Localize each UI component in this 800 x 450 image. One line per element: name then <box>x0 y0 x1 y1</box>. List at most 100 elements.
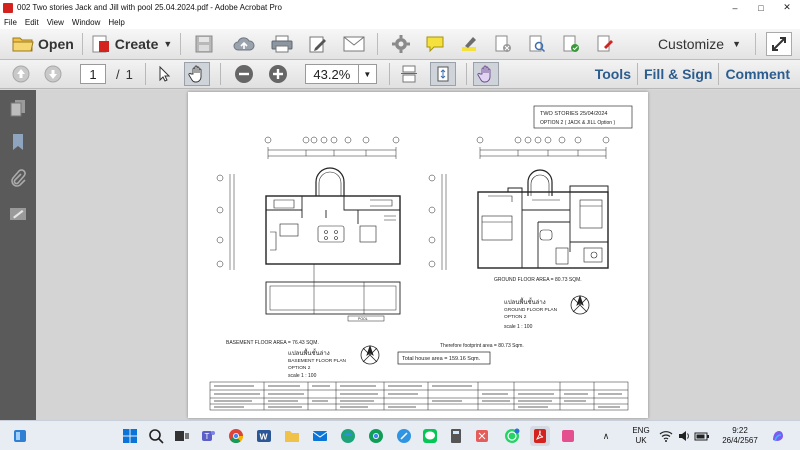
settings-button[interactable] <box>388 32 414 56</box>
navigation-toolbar: 1 / 1 43.2% ▼ Tools Fill & Sign Comment <box>0 60 800 89</box>
bookmarks-button[interactable] <box>8 132 28 152</box>
app-shortcut-blue[interactable] <box>394 426 414 446</box>
comment-button[interactable] <box>422 32 448 56</box>
system-clock[interactable]: 9:22 26/4/2567 <box>716 426 764 446</box>
zoom-dropdown-button[interactable]: ▼ <box>358 64 377 84</box>
chrome-app[interactable] <box>226 426 246 446</box>
battery-status[interactable] <box>692 426 712 446</box>
save-button[interactable] <box>191 32 217 56</box>
show-hidden-icons-button[interactable]: ∧ <box>596 426 616 446</box>
zoom-in-button[interactable] <box>265 62 291 86</box>
sign-button[interactable] <box>592 32 618 56</box>
maximize-button[interactable]: □ <box>748 0 774 15</box>
create-label: Create <box>114 36 159 52</box>
language-region: UK <box>635 436 647 445</box>
notifications-button[interactable] <box>768 426 788 446</box>
customize-label: Customize <box>657 36 725 52</box>
arrow-down-circle-icon <box>44 65 62 83</box>
mail-icon <box>312 431 328 441</box>
ground-option: OPTION 2 <box>504 314 527 320</box>
redact-button[interactable] <box>490 32 516 56</box>
attachments-button[interactable] <box>8 168 28 188</box>
hand-tool-button[interactable] <box>183 62 210 86</box>
cloud-upload-icon <box>233 37 255 51</box>
print-button[interactable] <box>269 32 295 56</box>
task-view-button[interactable] <box>172 426 192 446</box>
highlighter-icon <box>462 37 477 51</box>
tools-pane-link[interactable]: Tools <box>589 66 637 82</box>
wifi-status[interactable] <box>656 426 676 446</box>
fill-sign-pane-link[interactable]: Fill & Sign <box>638 66 718 82</box>
line-app[interactable] <box>420 426 440 446</box>
mail-app[interactable] <box>310 426 330 446</box>
pages-icon <box>10 100 25 117</box>
open-label: Open <box>38 36 74 52</box>
file-explorer-app[interactable] <box>282 426 302 446</box>
document-view[interactable]: TWO STORIES 25/04/2024 OPTION 2 ( JACK &… <box>36 90 800 420</box>
teams-app[interactable]: T <box>198 426 218 446</box>
highlight-button[interactable] <box>456 32 482 56</box>
search-document-button[interactable] <box>524 32 550 56</box>
toolbar-separator <box>388 63 390 85</box>
comment-pane-link[interactable]: Comment <box>719 66 796 82</box>
toolbar-separator <box>81 33 83 55</box>
widgets-button[interactable] <box>10 426 30 446</box>
chrome-profile-app[interactable] <box>366 426 386 446</box>
word-app[interactable]: W <box>254 426 274 446</box>
approve-button[interactable] <box>558 32 584 56</box>
edge-app[interactable] <box>338 426 358 446</box>
page-thumbnails-button[interactable] <box>8 98 28 118</box>
full-screen-button[interactable] <box>766 32 792 56</box>
total-house-area: Total house area = 159.16 Sqm. <box>402 356 481 362</box>
speech-bubble-icon <box>426 36 444 53</box>
line-chat-icon <box>423 429 437 443</box>
speaker-icon <box>679 431 689 441</box>
page-number-input[interactable]: 1 <box>80 64 106 84</box>
zoom-out-button[interactable] <box>231 62 257 86</box>
input-language-indicator[interactable]: ENG UK <box>628 426 654 446</box>
menu-file[interactable]: File <box>4 18 17 27</box>
north-arrow-left <box>360 344 380 365</box>
whatsapp-app[interactable] <box>502 426 522 446</box>
start-button[interactable] <box>120 426 140 446</box>
scroll-pages-icon <box>400 65 417 83</box>
folder-icon <box>12 37 34 52</box>
hand-icon <box>188 65 202 83</box>
signatures-button[interactable] <box>8 204 28 224</box>
document-check-icon <box>563 35 580 52</box>
fit-page-button[interactable] <box>429 62 456 86</box>
acrobat-app[interactable] <box>530 426 550 446</box>
document-x-icon <box>495 35 512 52</box>
app-icon <box>562 430 574 442</box>
upload-cloud-button[interactable] <box>231 32 257 56</box>
copilot-icon <box>773 431 783 442</box>
minimize-button[interactable]: – <box>722 0 748 15</box>
taskbar-search-button[interactable] <box>146 426 166 446</box>
scrolling-mode-button[interactable] <box>396 62 422 86</box>
chevron-down-icon: ▼ <box>163 39 173 49</box>
paperclip-icon <box>11 169 26 187</box>
email-button[interactable] <box>341 32 367 56</box>
edge-icon <box>341 429 355 443</box>
open-button[interactable]: Open <box>8 32 78 56</box>
bookmark-icon <box>13 134 23 150</box>
expand-icon <box>772 37 786 51</box>
edit-button[interactable] <box>305 32 331 56</box>
next-page-button[interactable] <box>40 62 66 86</box>
menu-window[interactable]: Window <box>72 18 100 27</box>
menu-edit[interactable]: Edit <box>25 18 39 27</box>
snipping-app[interactable] <box>472 426 492 446</box>
widgets-icon <box>14 430 26 442</box>
create-button[interactable]: Create ▼ <box>87 32 177 56</box>
volume-status[interactable] <box>674 426 694 446</box>
previous-page-button[interactable] <box>8 62 34 86</box>
app-shortcut-pink[interactable] <box>558 426 578 446</box>
close-button[interactable]: ✕ <box>774 0 800 15</box>
menu-view[interactable]: View <box>47 18 64 27</box>
menu-help[interactable]: Help <box>108 18 124 27</box>
customize-button[interactable]: Customize ▼ <box>658 36 741 52</box>
touch-mode-button[interactable] <box>472 62 499 86</box>
select-tool-button[interactable] <box>152 62 178 86</box>
zoom-level-input[interactable]: 43.2% <box>304 64 359 84</box>
calculator-app[interactable] <box>446 426 466 446</box>
